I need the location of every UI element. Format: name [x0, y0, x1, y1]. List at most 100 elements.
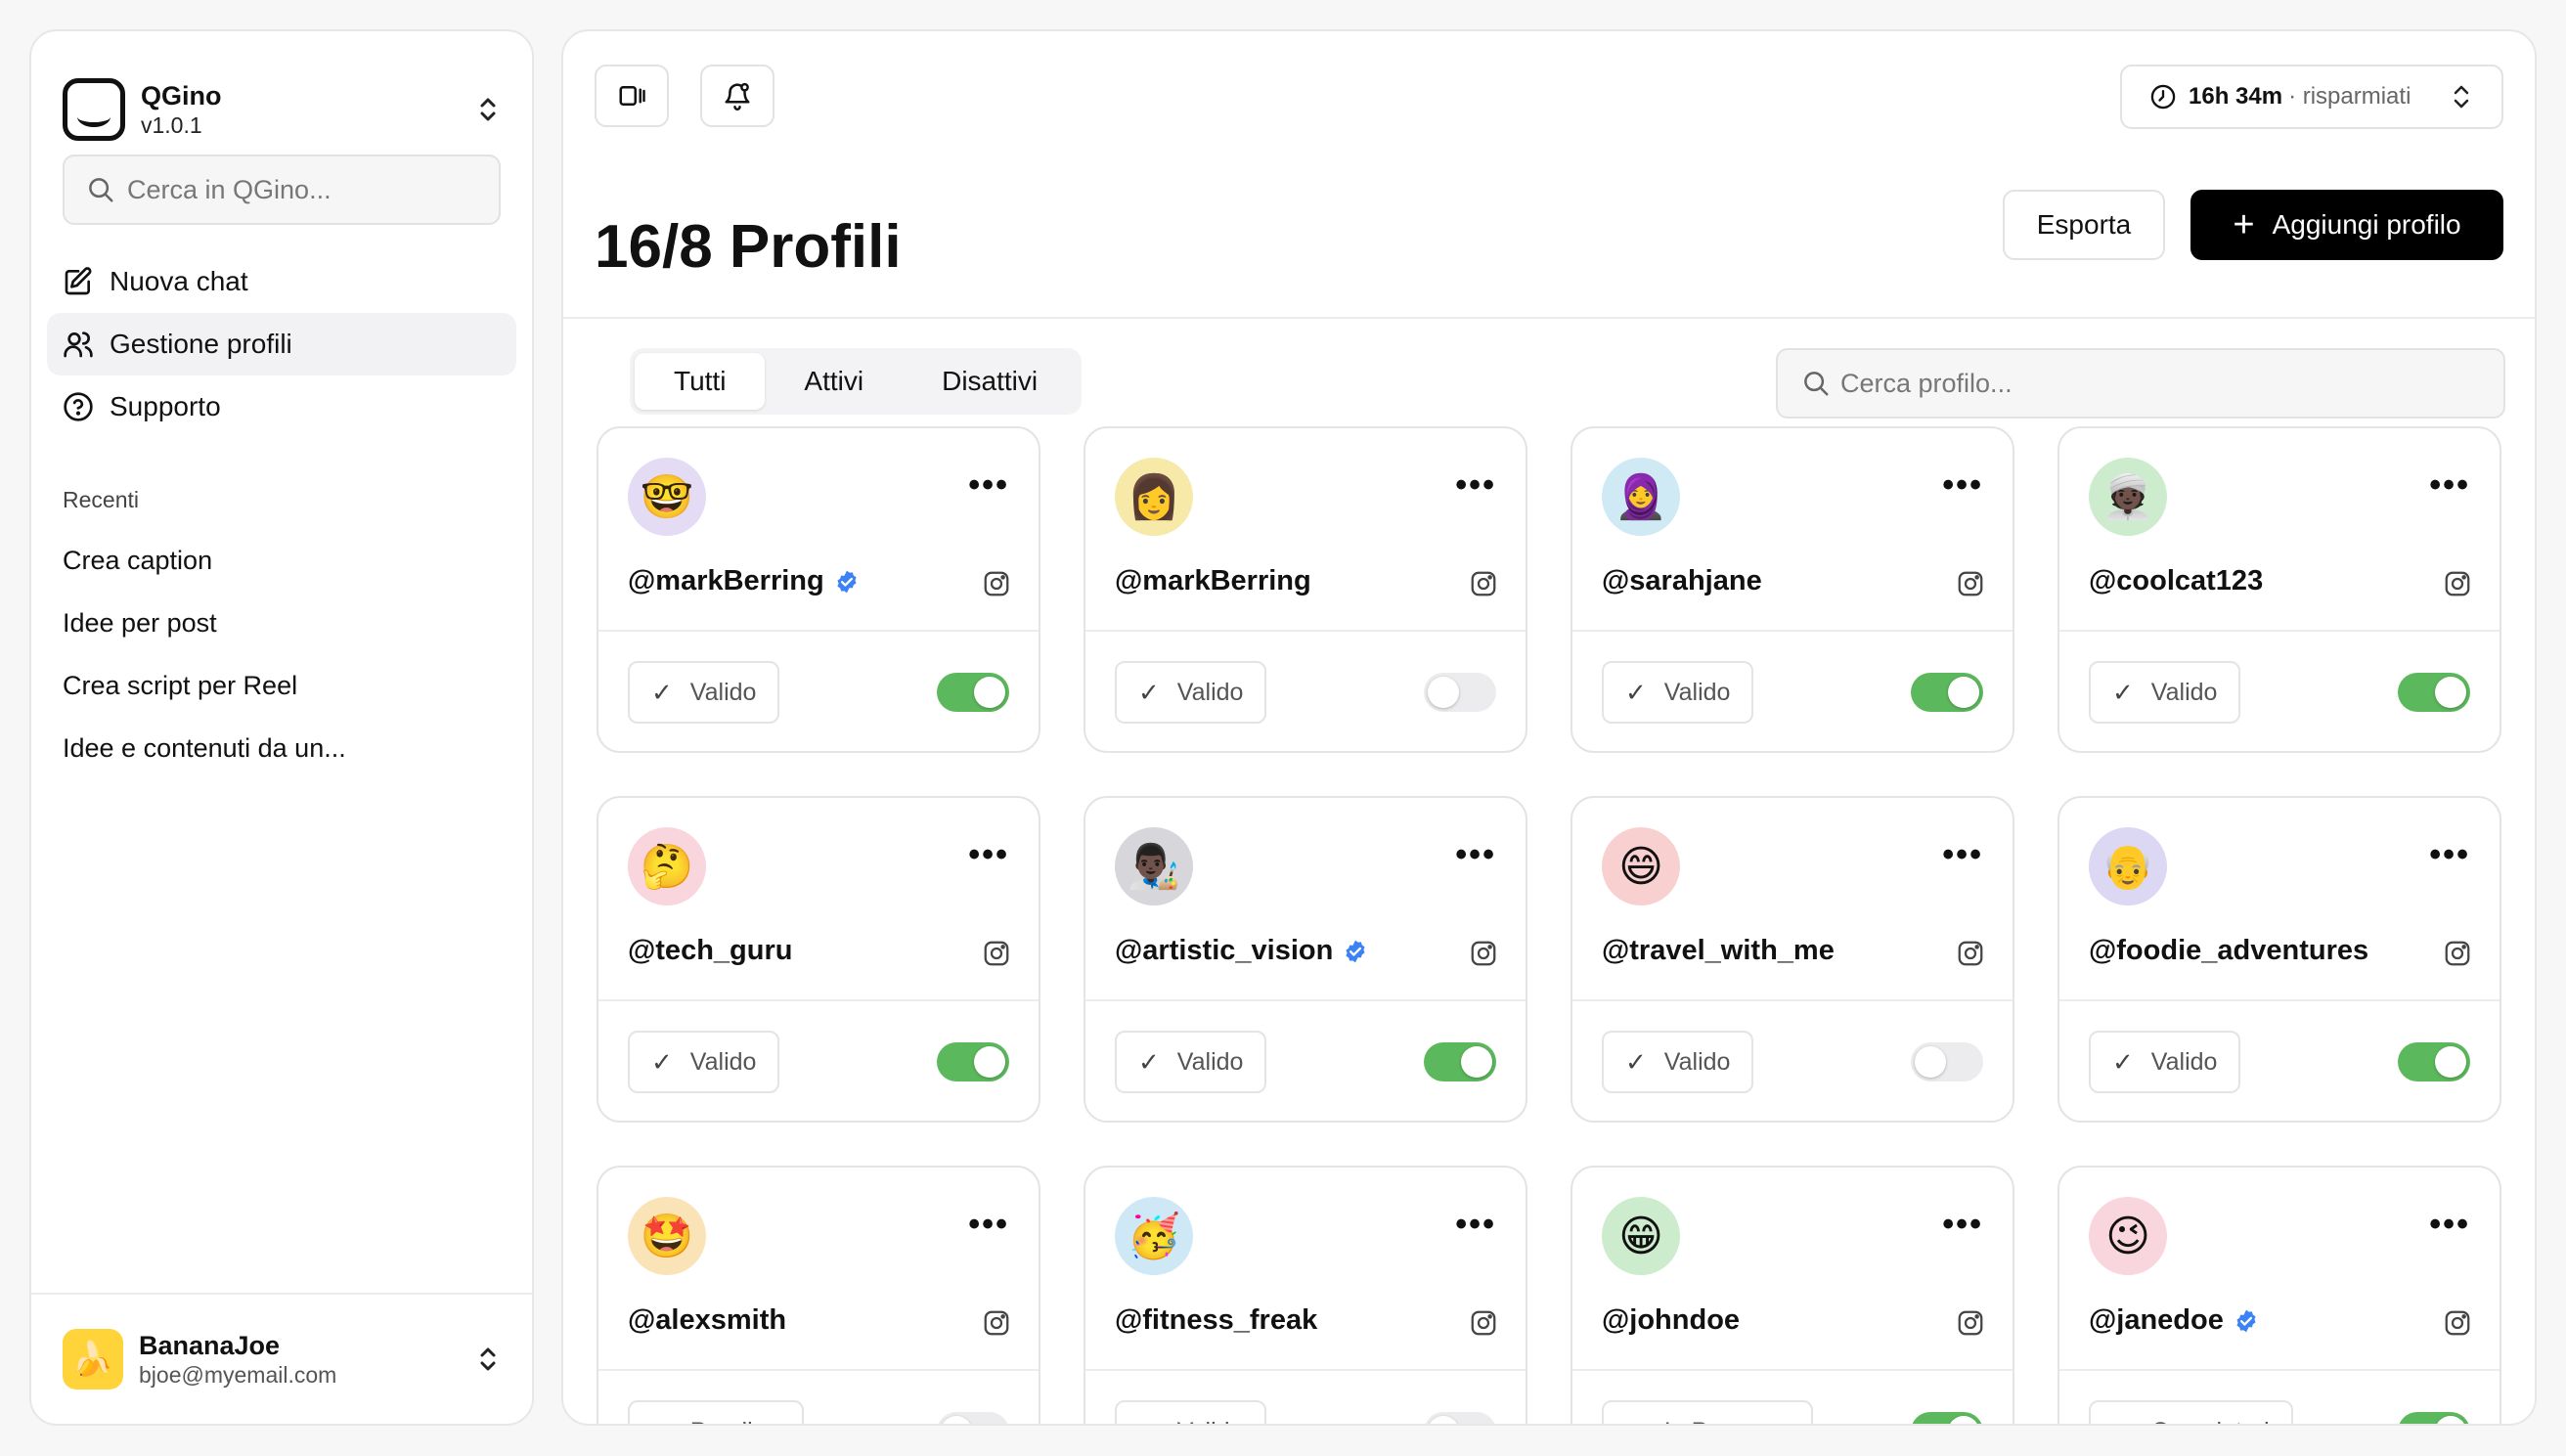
check-icon: ✓ — [651, 1417, 673, 1425]
profile-handle: @sarahjane — [1602, 565, 1762, 596]
status-label: Pending — [690, 1418, 780, 1425]
profile-card[interactable]: 🧕 ••• @sarahjane ✓ Valido — [1571, 426, 2014, 753]
more-options-icon[interactable]: ••• — [968, 1208, 1009, 1241]
more-options-icon[interactable]: ••• — [968, 838, 1009, 871]
profile-card[interactable]: 😄 ••• @travel_with_me ✓ Valido — [1571, 796, 2014, 1123]
recent-item[interactable]: Idee e contenuti da un... — [31, 717, 532, 779]
check-icon: ✓ — [651, 677, 673, 707]
status-badge: ✓ Valido — [1115, 661, 1267, 724]
add-profile-button[interactable]: + Aggiungi profilo — [2190, 190, 2503, 260]
nav-item-label: Nuova chat — [110, 266, 248, 296]
more-options-icon[interactable]: ••• — [1942, 468, 1983, 502]
profile-active-toggle[interactable] — [937, 1412, 1009, 1424]
profile-avatar: 🤔 — [628, 827, 706, 905]
search-icon — [1804, 372, 1829, 396]
search-icon — [89, 178, 113, 202]
recent-item[interactable]: Crea script per Reel — [31, 654, 532, 717]
tab-active[interactable]: Attivi — [765, 353, 903, 410]
instagram-icon — [1471, 571, 1496, 596]
verified-badge-icon — [1346, 940, 1365, 962]
profile-active-toggle[interactable] — [937, 1042, 1009, 1081]
status-badge: ✓ Valido — [2089, 1031, 2241, 1093]
profile-active-toggle[interactable] — [2398, 1412, 2470, 1424]
status-badge: ✓ Valido — [628, 661, 780, 724]
profile-card[interactable]: 🤓 ••• @markBerring ✓ Valido — [597, 426, 1040, 753]
nav-item-support[interactable]: Supporto — [47, 375, 516, 438]
profile-search-input[interactable]: Cerca profilo... — [1776, 348, 2505, 419]
profile-card[interactable]: 👳🏿 ••• @coolcat123 ✓ Valido — [2057, 426, 2501, 753]
instagram-icon — [2445, 1310, 2470, 1336]
more-options-icon[interactable]: ••• — [1942, 838, 1983, 871]
nav-item-profile-management[interactable]: Gestione profili — [47, 313, 516, 375]
more-options-icon[interactable]: ••• — [2429, 838, 2470, 871]
instagram-icon — [984, 571, 1009, 596]
profile-handle: @johndoe — [1602, 1304, 1741, 1336]
user-menu[interactable]: 🍌 BananaJoe bjoe@myemail.com — [31, 1293, 532, 1424]
profile-avatar: 🤩 — [628, 1197, 706, 1275]
notifications-button[interactable] — [700, 65, 774, 127]
profile-avatar: 👳🏿 — [2089, 458, 2167, 536]
check-icon: ✓ — [1625, 677, 1647, 707]
recent-item[interactable]: Idee per post — [31, 592, 532, 654]
recent-item[interactable]: Crea caption — [31, 529, 532, 592]
time-saved-selector[interactable]: 16h 34m · risparmiati — [2120, 65, 2503, 129]
tab-inactive[interactable]: Disattivi — [903, 353, 1077, 410]
profile-card[interactable]: 👩 ••• @markBerring ✓ Valido — [1084, 426, 1527, 753]
page-header: 16/8 Profili Esporta + Aggiungi profilo — [563, 158, 2535, 319]
profile-avatar: 🤓 — [628, 458, 706, 536]
status-label: In Progress — [1664, 1418, 1790, 1425]
profile-handle: @tech_guru — [628, 935, 793, 966]
more-options-icon[interactable]: ••• — [968, 468, 1009, 502]
profile-card[interactable]: 😁 ••• @johndoe ✓ In Progress — [1571, 1166, 2014, 1425]
nav-item-new-chat[interactable]: Nuova chat — [47, 250, 516, 313]
check-icon: ✓ — [1625, 1046, 1647, 1077]
status-tabs: Tutti Attivi Disattivi — [630, 348, 1083, 415]
profile-card[interactable]: 👴 ••• @foodie_adventures ✓ Valido — [2057, 796, 2501, 1123]
profile-card[interactable]: 👨🏿‍🎨 ••• @artistic_vision ✓ Valido — [1084, 796, 1527, 1123]
more-options-icon[interactable]: ••• — [2429, 1208, 2470, 1241]
export-button[interactable]: Esporta — [2003, 190, 2165, 260]
profile-active-toggle[interactable] — [1911, 1042, 1983, 1081]
sidebar-search-input[interactable]: Cerca in QGino... — [63, 154, 501, 225]
profile-active-toggle[interactable] — [1911, 673, 1983, 712]
profile-handle: @markBerring — [1115, 565, 1311, 596]
profile-active-toggle[interactable] — [1424, 1412, 1496, 1424]
check-icon: ✓ — [1138, 677, 1160, 707]
profile-active-toggle[interactable] — [2398, 673, 2470, 712]
more-options-icon[interactable]: ••• — [2429, 468, 2470, 502]
profile-avatar: 🥳 — [1115, 1197, 1193, 1275]
app-name: QGino — [141, 81, 222, 110]
profile-card[interactable]: 🤔 ••• @tech_guru ✓ Valido — [597, 796, 1040, 1123]
page-title: 16/8 Profili — [595, 213, 902, 282]
profile-active-toggle[interactable] — [1424, 673, 1496, 712]
profile-active-toggle[interactable] — [1424, 1042, 1496, 1081]
profile-handle: @janedoe — [2089, 1304, 2224, 1336]
more-options-icon[interactable]: ••• — [1455, 1208, 1496, 1241]
status-badge: ✓ Valido — [628, 1031, 780, 1093]
profile-card[interactable]: 😉 ••• @janedoe ✓ Completed — [2057, 1166, 2501, 1424]
toggle-sidebar-button[interactable] — [595, 65, 669, 127]
profile-handle: @foodie_adventures — [2089, 935, 2369, 966]
profile-active-toggle[interactable] — [937, 673, 1009, 712]
more-options-icon[interactable]: ••• — [1455, 838, 1496, 871]
profile-avatar: 🧕 — [1602, 458, 1680, 536]
profile-card[interactable]: 🤩 ••• @alexsmith ✓ Pending — [597, 1166, 1040, 1425]
sidebar-nav: Nuova chat Gestione profili Supporto — [31, 250, 532, 438]
profile-handle: @coolcat123 — [2089, 565, 2264, 596]
profile-active-toggle[interactable] — [1911, 1412, 1983, 1424]
profile-active-toggle[interactable] — [2398, 1042, 2470, 1081]
status-label: Valido — [1177, 1418, 1244, 1425]
more-options-icon[interactable]: ••• — [1455, 468, 1496, 502]
workspace-switcher[interactable]: QGino v1.0.1 — [31, 31, 532, 154]
status-label: Valido — [689, 678, 757, 706]
profile-card[interactable]: 🥳 ••• @fitness_freak ✓ Valido — [1084, 1166, 1527, 1425]
users-icon — [64, 331, 93, 358]
more-options-icon[interactable]: ••• — [1942, 1208, 1983, 1241]
nav-item-label: Gestione profili — [110, 329, 292, 359]
profile-handle: @artistic_vision — [1115, 935, 1334, 966]
page-title-text: Profili — [729, 213, 902, 281]
instagram-icon — [2445, 571, 2470, 596]
sidebar: QGino v1.0.1 Cerca in QGino... Nuova cha… — [29, 29, 534, 1426]
tab-all[interactable]: Tutti — [635, 353, 766, 410]
main-panel: 16h 34m · risparmiati 16/8 Profili Espor… — [561, 29, 2537, 1426]
